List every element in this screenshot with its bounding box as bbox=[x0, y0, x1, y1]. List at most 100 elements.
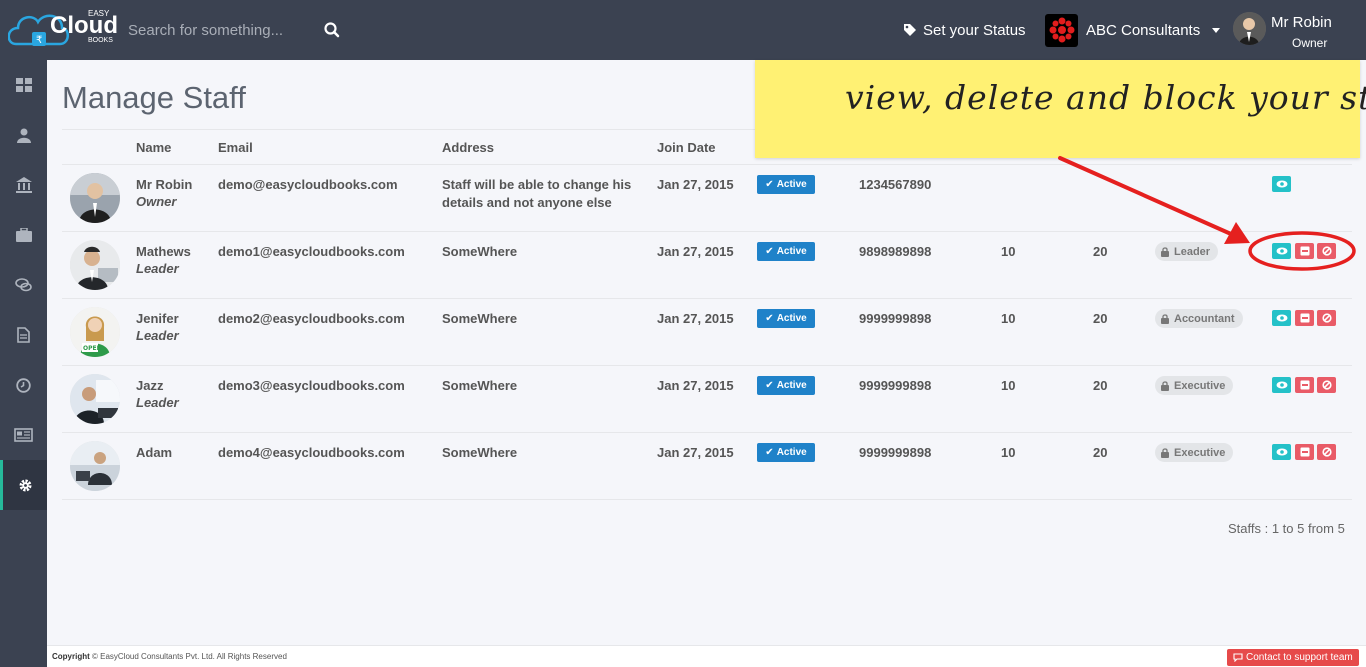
eye-icon bbox=[1276, 448, 1287, 456]
designation-badge: Accountant bbox=[1155, 309, 1243, 328]
column-header-address[interactable]: Address bbox=[442, 140, 494, 155]
brand-name: Cloud bbox=[50, 12, 118, 39]
ban-icon bbox=[1321, 313, 1332, 323]
newspaper-icon bbox=[14, 428, 33, 442]
avatar bbox=[1233, 12, 1266, 45]
staff-value-b: 20 bbox=[1093, 378, 1108, 393]
sidebar-item-reports[interactable] bbox=[0, 410, 47, 460]
sidebar-item-documents[interactable] bbox=[0, 310, 47, 360]
view-button[interactable] bbox=[1272, 377, 1291, 393]
svg-text:₹: ₹ bbox=[36, 35, 42, 46]
minus-square-icon bbox=[1300, 380, 1309, 390]
staff-role: Leader bbox=[136, 395, 179, 410]
avatar bbox=[70, 441, 120, 491]
avatar: OPEN bbox=[70, 307, 120, 357]
staff-email: demo1@easycloudbooks.com bbox=[218, 244, 405, 259]
sidebar-item-projects[interactable] bbox=[0, 210, 47, 260]
bank-icon bbox=[15, 177, 32, 193]
easycloud-logo[interactable]: ₹ EASY Cloud BOOKS bbox=[7, 4, 120, 54]
staff-phone: 9898989898 bbox=[859, 244, 932, 259]
delete-button[interactable] bbox=[1295, 377, 1314, 393]
check-icon: ✔ bbox=[765, 179, 774, 190]
staff-role: Leader bbox=[136, 261, 179, 276]
annotation-arrow bbox=[1058, 156, 1356, 271]
staff-role: Leader bbox=[136, 328, 179, 343]
view-button[interactable] bbox=[1272, 444, 1291, 460]
staff-join-date: Jan 27, 2015 bbox=[657, 378, 734, 393]
staff-phone: 1234567890 bbox=[859, 177, 932, 192]
search-input[interactable] bbox=[128, 18, 318, 42]
staff-name[interactable]: Mathews bbox=[136, 243, 191, 261]
sidebar-item-messages[interactable] bbox=[0, 260, 47, 310]
annotation-text: view, delete and block your staff bbox=[845, 78, 1366, 117]
staff-address: SomeWhere bbox=[442, 311, 518, 326]
user-role: Owner bbox=[1292, 36, 1328, 50]
staff-email: demo2@easycloudbooks.com bbox=[218, 311, 405, 326]
eye-icon bbox=[1276, 314, 1287, 322]
table-row: OPEN Jenifer Leader demo2@easycloudbooks… bbox=[62, 299, 1352, 366]
footer: Copyright © EasyCloud Consultants Pvt. L… bbox=[47, 645, 1366, 667]
block-button[interactable] bbox=[1317, 377, 1336, 393]
minus-square-icon bbox=[1300, 313, 1309, 323]
staff-join-date: Jan 27, 2015 bbox=[657, 177, 734, 192]
designation-badge: Executive bbox=[1155, 443, 1234, 462]
company-switcher[interactable]: ABC Consultants bbox=[1045, 13, 1221, 47]
lock-icon bbox=[1161, 313, 1169, 324]
eye-icon bbox=[1276, 381, 1287, 389]
sidebar bbox=[0, 60, 47, 667]
check-icon: ✔ bbox=[765, 246, 774, 257]
user-icon bbox=[16, 128, 31, 143]
clock-icon bbox=[16, 377, 31, 393]
staff-value-b: 20 bbox=[1093, 445, 1108, 460]
set-status-link[interactable]: Set your Status bbox=[903, 20, 1026, 40]
block-button[interactable] bbox=[1317, 310, 1336, 326]
copyright-text: Copyright © EasyCloud Consultants Pvt. L… bbox=[52, 652, 287, 661]
column-header-email[interactable]: Email bbox=[218, 140, 253, 155]
staff-name[interactable]: Jazz bbox=[136, 377, 163, 395]
lock-icon bbox=[1161, 447, 1169, 458]
delete-button[interactable] bbox=[1295, 444, 1314, 460]
designation-badge: Executive bbox=[1155, 376, 1234, 395]
view-button[interactable] bbox=[1272, 310, 1291, 326]
pagination-summary: Staffs : 1 to 5 from 5 bbox=[1228, 521, 1345, 536]
staff-name[interactable]: Jenifer bbox=[136, 310, 179, 328]
status-badge: ✔ Active bbox=[757, 376, 815, 395]
status-badge: ✔ Active bbox=[757, 443, 815, 462]
avatar bbox=[70, 240, 120, 290]
company-logo bbox=[1045, 13, 1078, 47]
block-button[interactable] bbox=[1317, 444, 1336, 460]
comment-icon bbox=[1233, 653, 1243, 662]
contact-support-button[interactable]: Contact to support team bbox=[1227, 649, 1359, 666]
staff-name[interactable]: Mr Robin bbox=[136, 176, 192, 194]
staff-role: Owner bbox=[136, 194, 177, 209]
column-header-name[interactable]: Name bbox=[136, 140, 171, 155]
page-title: Manage Staff bbox=[62, 80, 246, 115]
gear-icon bbox=[19, 479, 31, 491]
staff-value-a: 10 bbox=[1001, 311, 1016, 326]
staff-email: demo3@easycloudbooks.com bbox=[218, 378, 405, 393]
sidebar-item-bank[interactable] bbox=[0, 160, 47, 210]
table-row: Jazz Leader demo3@easycloudbooks.com Som… bbox=[62, 366, 1352, 433]
staff-phone: 9999999898 bbox=[859, 311, 932, 326]
staff-value-a: 10 bbox=[1001, 244, 1016, 259]
sidebar-item-dashboard[interactable] bbox=[0, 60, 47, 110]
sidebar-item-users[interactable] bbox=[0, 110, 47, 160]
status-badge: ✔ Active bbox=[757, 175, 815, 194]
user-name: Mr Robin bbox=[1271, 14, 1332, 31]
svg-text:OPEN: OPEN bbox=[83, 345, 102, 352]
staff-name[interactable]: Adam bbox=[136, 444, 172, 462]
check-icon: ✔ bbox=[765, 313, 774, 324]
table-row: Adam demo4@easycloudbooks.com SomeWhere … bbox=[62, 433, 1352, 500]
sidebar-item-timesheet[interactable] bbox=[0, 360, 47, 410]
search-button[interactable] bbox=[322, 20, 342, 40]
staff-join-date: Jan 27, 2015 bbox=[657, 311, 734, 326]
ban-icon bbox=[1321, 447, 1332, 457]
staff-address: SomeWhere bbox=[442, 244, 518, 259]
staff-phone: 9999999898 bbox=[859, 445, 932, 460]
tag-icon bbox=[904, 24, 916, 36]
set-status-label: Set your Status bbox=[923, 21, 1026, 39]
check-icon: ✔ bbox=[765, 380, 774, 391]
delete-button[interactable] bbox=[1295, 310, 1314, 326]
column-header-join-date[interactable]: Join Date bbox=[657, 140, 716, 155]
sidebar-item-settings[interactable] bbox=[0, 460, 47, 510]
